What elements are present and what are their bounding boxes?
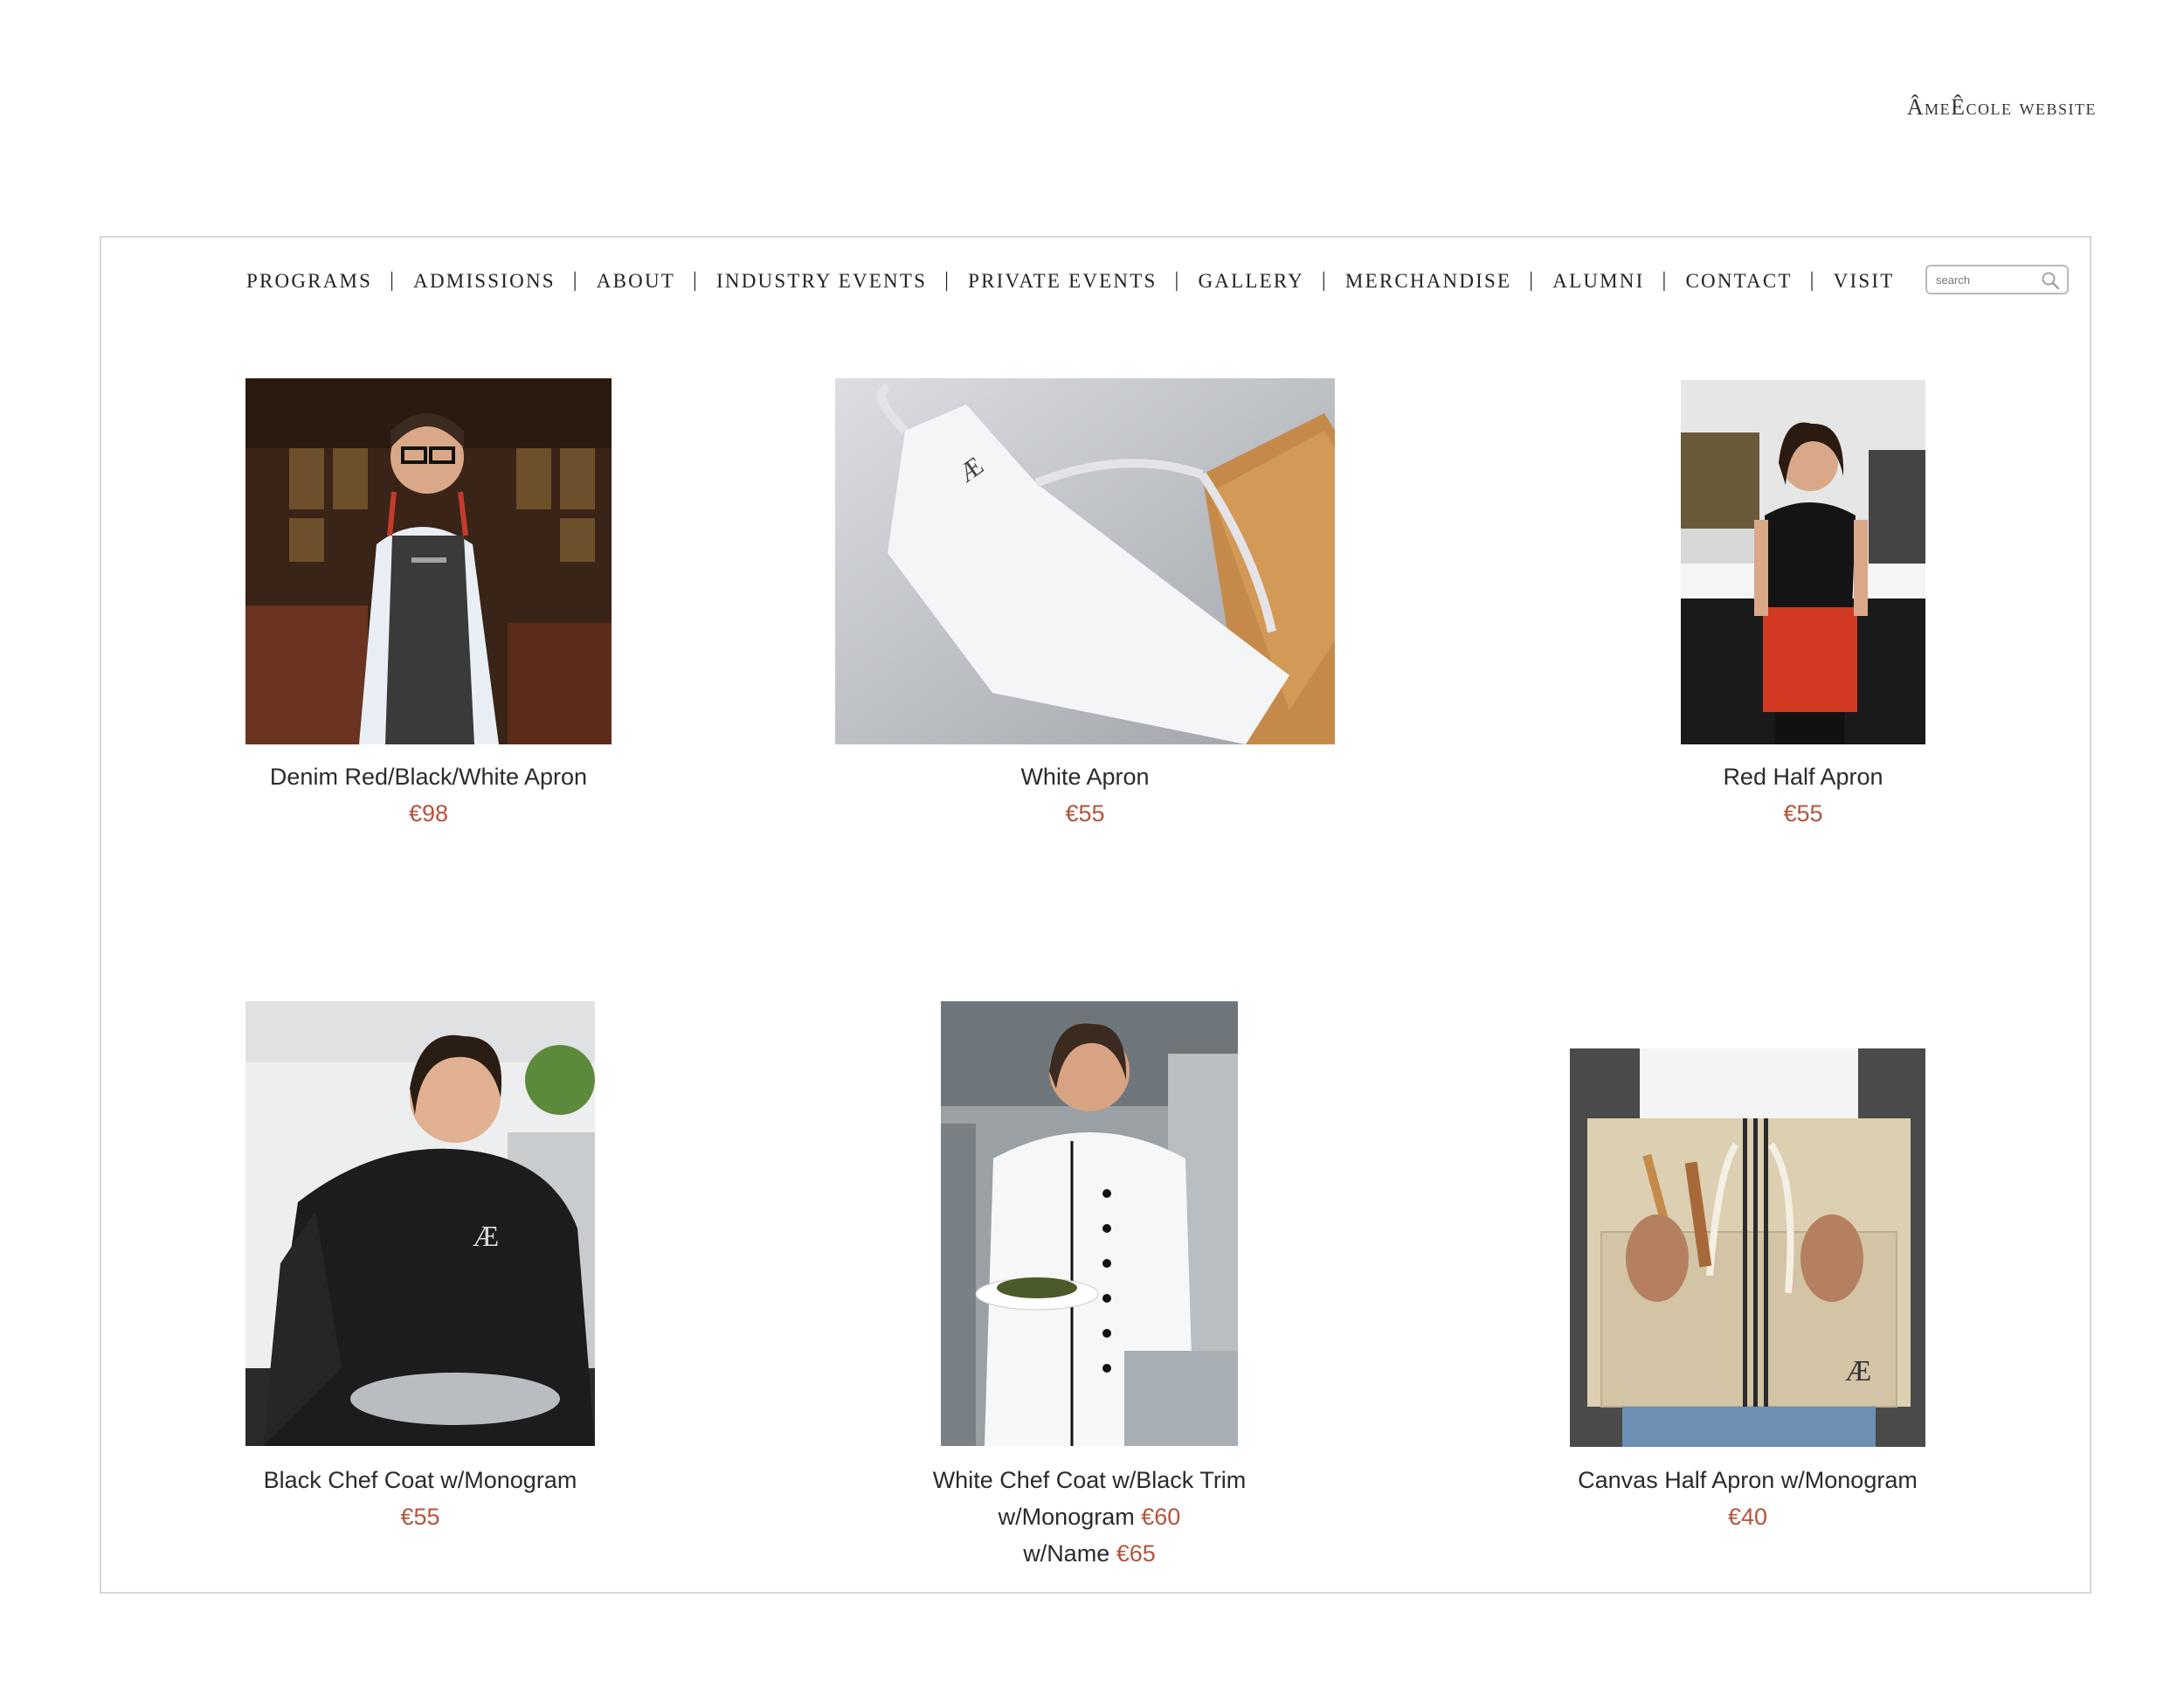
product-name: White Chef Coat w/Black Trim xyxy=(932,1467,1247,1493)
product-name: Red Half Apron xyxy=(1723,764,1883,790)
nav-separator: | xyxy=(1809,269,1816,292)
product-image[interactable]: Æ xyxy=(835,378,1335,744)
main-nav: PROGRAMS | ADMISSIONS | ABOUT | INDUSTRY… xyxy=(246,269,1894,293)
nav-separator: | xyxy=(944,269,951,292)
svg-text:Æ: Æ xyxy=(473,1221,499,1253)
product-name: Black Chef Coat w/Monogram xyxy=(263,1467,577,1493)
nav-industry-events[interactable]: INDUSTRY EVENTS xyxy=(716,270,927,293)
product-name: Canvas Half Apron w/Monogram xyxy=(1578,1467,1918,1493)
nav-separator: | xyxy=(390,269,397,292)
option-label: w/Name xyxy=(1023,1540,1110,1567)
nav-merchandise[interactable]: MERCHANDISE xyxy=(1345,270,1511,293)
site-title[interactable]: ÂmeÊcole website xyxy=(1907,94,2097,121)
product-caption: Canvas Half Apron w/Monogram €40 xyxy=(1570,1462,1925,1535)
svg-text:Æ: Æ xyxy=(1845,1355,1871,1387)
nav-separator: | xyxy=(572,269,579,292)
nav-visit[interactable]: VISIT xyxy=(1834,270,1895,293)
nav-separator: | xyxy=(1321,269,1328,292)
nav-contact[interactable]: CONTACT xyxy=(1685,270,1792,293)
product-image[interactable] xyxy=(245,378,612,744)
nav-gallery[interactable]: GALLERY xyxy=(1198,270,1303,293)
product-option-name: w/Name €65 xyxy=(906,1535,1273,1572)
nav-separator: | xyxy=(1662,269,1669,292)
nav-separator: | xyxy=(1174,269,1181,292)
product-caption: White Apron €55 xyxy=(835,758,1335,832)
product-image[interactable]: Æ xyxy=(1570,1048,1925,1447)
product-price: €55 xyxy=(1065,800,1105,827)
nav-separator: | xyxy=(1529,269,1536,292)
nav-about[interactable]: ABOUT xyxy=(597,270,675,293)
option-label: w/Monogram xyxy=(998,1504,1135,1530)
search-icon[interactable] xyxy=(2041,271,2060,290)
nav-programs[interactable]: PROGRAMS xyxy=(246,270,372,293)
product-name: White Apron xyxy=(1020,764,1150,790)
product-option-monogram: w/Monogram €60 xyxy=(906,1498,1273,1535)
product-price: €98 xyxy=(408,800,449,827)
product-price: €55 xyxy=(1783,800,1823,827)
product-price: €60 xyxy=(1141,1504,1181,1530)
nav-alumni[interactable]: ALUMNI xyxy=(1552,270,1644,293)
product-caption: White Chef Coat w/Black Trim w/Monogram … xyxy=(906,1462,1273,1572)
product-image[interactable] xyxy=(1681,380,1925,744)
product-name: Denim Red/Black/White Apron xyxy=(269,764,588,790)
nav-admissions[interactable]: ADMISSIONS xyxy=(413,270,556,293)
product-image[interactable] xyxy=(941,1001,1238,1446)
search-input[interactable] xyxy=(1927,268,2041,291)
product-price: €55 xyxy=(400,1504,440,1530)
search-box xyxy=(1925,265,2069,294)
nav-separator: | xyxy=(693,269,700,292)
product-caption: Red Half Apron €55 xyxy=(1681,758,1925,832)
nav-private-events[interactable]: PRIVATE EVENTS xyxy=(968,270,1157,293)
product-caption: Denim Red/Black/White Apron €98 xyxy=(245,758,612,832)
product-caption: Black Chef Coat w/Monogram €55 xyxy=(245,1462,595,1535)
product-price: €40 xyxy=(1727,1504,1768,1530)
product-image[interactable]: Æ xyxy=(245,1001,595,1446)
product-price: €65 xyxy=(1116,1540,1156,1567)
